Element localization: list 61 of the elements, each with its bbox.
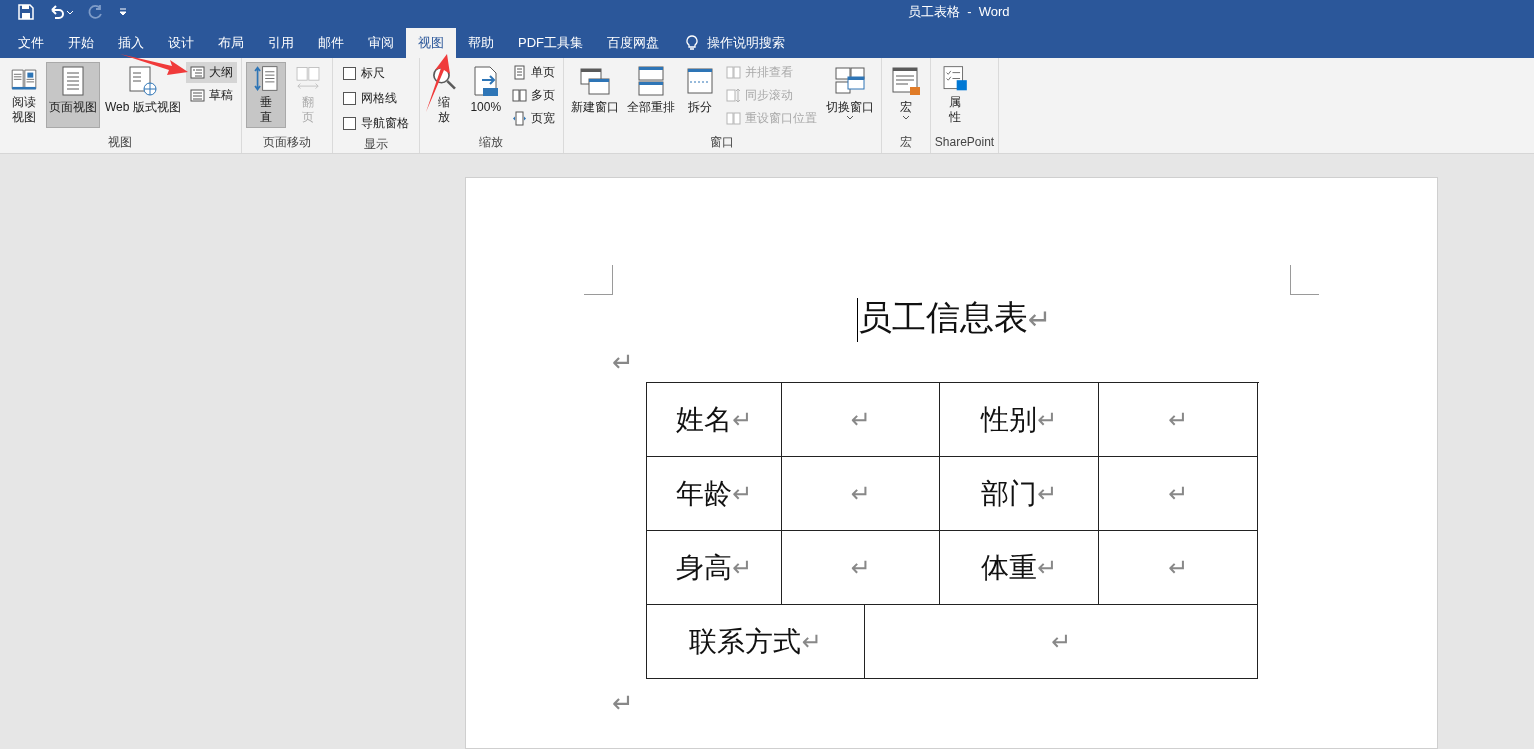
ribbon-button[interactable]: 属性 (934, 62, 975, 128)
ribbon-button[interactable]: 切换窗口 (822, 62, 877, 128)
ribbon-tab[interactable]: 审阅 (356, 28, 406, 58)
ribbon-tab[interactable]: 百度网盘 (595, 28, 671, 58)
ribbon-small-button[interactable]: 草稿 (185, 85, 237, 106)
table-cell: 年龄↵ (647, 457, 782, 531)
checkbox-label: 标尺 (360, 65, 385, 82)
ribbon-button[interactable]: 100% (465, 62, 506, 128)
ribbon-button[interactable]: 阅读视图 (4, 62, 44, 128)
table-cell: ↵ (865, 605, 1258, 679)
group-label: 窗口 (709, 134, 736, 151)
group-label: 显示 (362, 136, 389, 153)
table-cell: ↵ (1099, 531, 1258, 605)
checkbox-label: 网格线 (360, 90, 397, 107)
table-cell: ↵ (782, 457, 940, 531)
table-cell: 性别↵ (940, 383, 1099, 457)
ribbon-button[interactable]: 垂直 (245, 62, 286, 128)
ribbon-tab[interactable]: 开始 (56, 28, 106, 58)
paragraph-mark: ↵ (612, 688, 634, 718)
ribbon-tab[interactable]: 布局 (206, 28, 256, 58)
ribbon-button[interactable]: 宏 (885, 62, 926, 128)
ribbon-small-button[interactable]: 大纲 (185, 62, 237, 83)
ribbon-small-button[interactable]: 页宽 (507, 108, 559, 129)
paragraph-mark: ↵ (612, 347, 634, 377)
checkbox-option[interactable]: 标尺 (336, 62, 415, 85)
group-label: 宏 (898, 134, 913, 151)
window-title: 员工表格 - Word (908, 3, 1010, 21)
ribbon-tab[interactable]: PDF工具集 (506, 28, 595, 58)
ribbon-tab[interactable]: 帮助 (456, 28, 506, 58)
table-cell: 姓名↵ (647, 383, 782, 457)
table-cell: ↵ (1099, 383, 1258, 457)
table-cell: 部门↵ (940, 457, 1099, 531)
checkbox-label: 导航窗格 (360, 115, 409, 132)
ribbon-tab[interactable]: 邮件 (306, 28, 356, 58)
ribbon-tab[interactable]: 设计 (156, 28, 206, 58)
group-label: 缩放 (478, 134, 505, 151)
ribbon-button[interactable]: Web 版式视图 (102, 62, 184, 128)
table-cell: ↵ (782, 383, 940, 457)
ribbon-tab[interactable]: 插入 (106, 28, 156, 58)
group-label: 页面移动 (261, 134, 312, 151)
ribbon-small-button[interactable]: 多页 (507, 85, 559, 106)
ribbon-button[interactable]: 页面视图 (46, 62, 100, 128)
group-label: 视图 (107, 134, 134, 151)
ribbon-tab[interactable]: 文件 (6, 28, 56, 58)
ribbon-small-button[interactable]: 单页 (507, 62, 559, 83)
table-cell: 身高↵ (647, 531, 782, 605)
ribbon-button[interactable]: 全部重排 (623, 62, 678, 128)
group-label: SharePoint (934, 134, 995, 151)
ribbon-tab[interactable]: 引用 (256, 28, 306, 58)
table-cell: 体重↵ (940, 531, 1099, 605)
table-cell: ↵ (1099, 457, 1258, 531)
paragraph-mark: ↵ (1027, 304, 1052, 335)
table-cell: ↵ (782, 531, 940, 605)
ribbon-tab[interactable]: 视图 (406, 28, 456, 58)
table-cell: 联系方式↵ (647, 605, 865, 679)
ribbon-button[interactable]: 拆分 (679, 62, 720, 128)
checkbox-option[interactable]: 网格线 (336, 87, 415, 110)
document-title: 员工信息表 (857, 298, 1028, 336)
tell-me-search[interactable]: 操作说明搜索 (685, 28, 785, 58)
ribbon-button[interactable]: 新建窗口 (567, 62, 622, 128)
checkbox-option[interactable]: 导航窗格 (336, 112, 415, 135)
